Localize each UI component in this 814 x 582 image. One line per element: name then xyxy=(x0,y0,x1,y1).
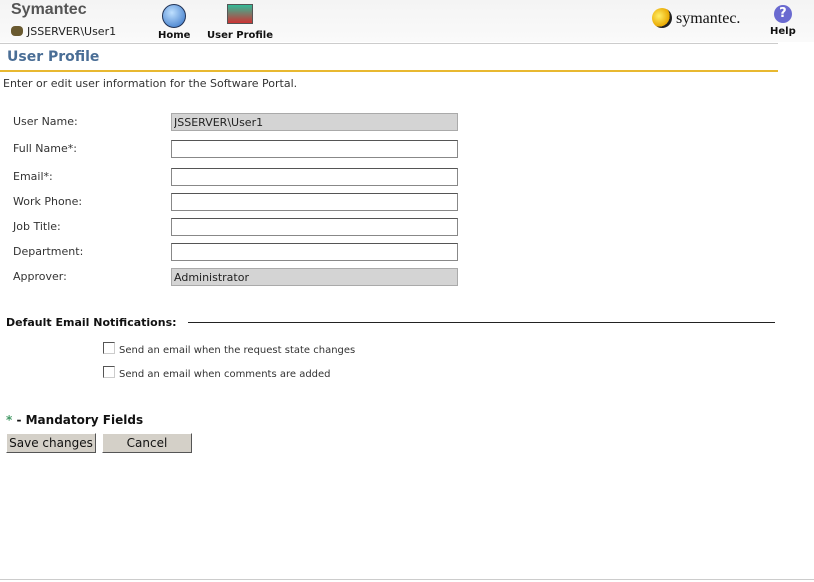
work-phone-field[interactable] xyxy=(171,193,458,211)
email-label: Email*: xyxy=(13,170,53,183)
notify-comments-label: Send an email when comments are added xyxy=(119,369,331,380)
brand-name: Symantec xyxy=(11,1,87,18)
mandatory-text: - Mandatory Fields xyxy=(12,413,144,427)
intro-text: Enter or edit user information for the S… xyxy=(3,77,298,90)
nav-home-label: Home xyxy=(158,30,191,41)
save-changes-button[interactable]: Save changes xyxy=(6,433,96,453)
notifications-divider xyxy=(188,322,775,323)
work-phone-label: Work Phone: xyxy=(13,195,83,208)
email-field[interactable] xyxy=(171,168,458,186)
full-name-field[interactable] xyxy=(171,140,458,158)
notifications-heading: Default Email Notifications: xyxy=(6,316,177,329)
job-title-label: Job Title: xyxy=(13,220,61,233)
notify-state-change-option[interactable]: Send an email when the request state cha… xyxy=(103,342,355,356)
nav-user-profile-label: User Profile xyxy=(207,30,274,41)
divider xyxy=(0,43,778,44)
notify-comments-option[interactable]: Send an email when comments are added xyxy=(103,366,331,380)
help-icon: ? xyxy=(773,5,792,23)
bottom-divider xyxy=(0,579,814,580)
home-icon xyxy=(162,4,187,28)
current-user: JSSERVER\User1 xyxy=(11,25,116,38)
title-underline xyxy=(0,70,778,72)
department-field[interactable] xyxy=(171,243,458,261)
notify-comments-checkbox[interactable] xyxy=(103,366,115,378)
logo-text: symantec. xyxy=(676,10,741,27)
help-button[interactable]: ? Help xyxy=(770,5,796,37)
user-profile-icon xyxy=(227,4,254,24)
user-name-field xyxy=(171,113,458,131)
approver-field xyxy=(171,268,458,286)
user-name-label: User Name: xyxy=(13,115,78,128)
mandatory-note: * - Mandatory Fields xyxy=(6,413,143,427)
notify-state-change-checkbox[interactable] xyxy=(103,342,115,354)
user-name-text: JSSERVER\User1 xyxy=(27,25,117,38)
help-label: Help xyxy=(770,26,796,37)
full-name-label: Full Name*: xyxy=(13,142,77,155)
nav-user-profile[interactable]: User Profile xyxy=(207,4,273,41)
cancel-button[interactable]: Cancel xyxy=(102,433,192,453)
approver-label: Approver: xyxy=(13,270,67,283)
symantec-logo: symantec. xyxy=(652,8,740,28)
job-title-field[interactable] xyxy=(171,218,458,236)
user-icon xyxy=(11,26,23,36)
department-label: Department: xyxy=(13,245,84,258)
header: Symantec JSSERVER\User1 Home User Profil… xyxy=(0,0,814,42)
page-title: User Profile xyxy=(7,49,100,65)
nav-home[interactable]: Home xyxy=(158,4,190,41)
symantec-logo-icon xyxy=(652,8,672,28)
notify-state-change-label: Send an email when the request state cha… xyxy=(119,345,356,356)
